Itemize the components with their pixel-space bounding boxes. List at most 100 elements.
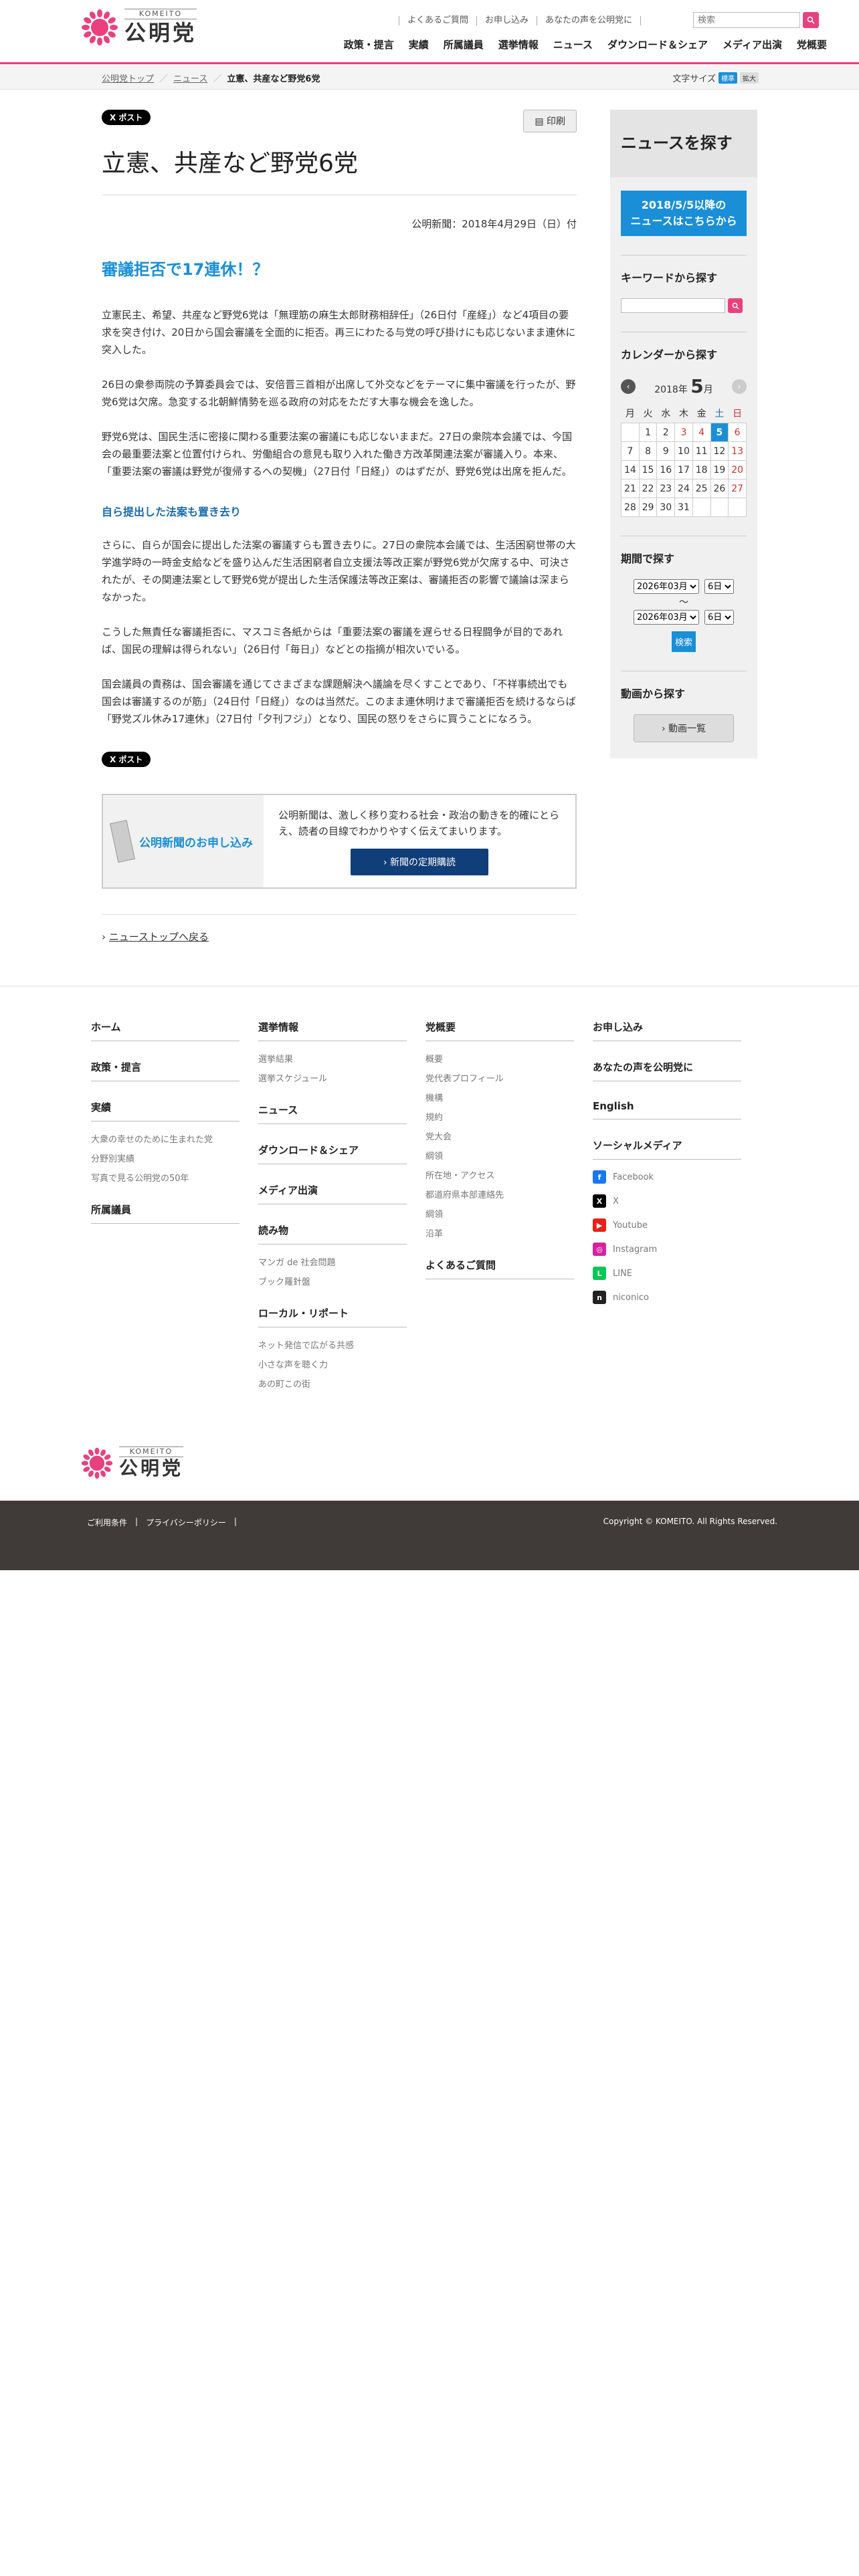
footer-link[interactable]: 分野別実績	[91, 1152, 258, 1164]
nav-achievements[interactable]: 実績	[409, 37, 429, 51]
calendar-day[interactable]: 21	[621, 479, 640, 498]
period-to-day-select[interactable]: 6日	[704, 610, 734, 625]
footer-link[interactable]: 選挙スケジュール	[258, 1071, 425, 1084]
footer-heading-link[interactable]: お申し込み	[593, 1020, 741, 1041]
footer-link[interactable]: 都道府県本部連絡先	[425, 1188, 593, 1200]
keyword-search-button[interactable]	[728, 298, 743, 313]
footer-link[interactable]: 党大会	[425, 1130, 593, 1142]
font-size-normal-button[interactable]: 標準	[719, 72, 737, 84]
newer-news-button[interactable]: 2018/5/5以降の ニュースはこちらから	[621, 191, 747, 236]
video-list-button[interactable]: › 動画一覧	[634, 714, 734, 742]
footer-heading-link[interactable]: よくあるご質問	[425, 1258, 574, 1279]
footer-heading-link[interactable]: 所属議員	[91, 1202, 240, 1224]
calendar-day[interactable]: 26	[710, 479, 729, 498]
footer-heading-link[interactable]: 政策・提言	[91, 1060, 240, 1081]
calendar-day[interactable]: 29	[638, 498, 658, 517]
font-size-large-button[interactable]: 拡大	[740, 72, 759, 84]
footer-heading-link[interactable]: 党概要	[425, 1020, 574, 1041]
calendar-day[interactable]: 11	[692, 441, 711, 461]
calendar-day[interactable]: 22	[638, 479, 658, 498]
footer-logo[interactable]: KOMEITO 公明党	[80, 1446, 184, 1480]
calendar-day[interactable]: 23	[656, 479, 676, 498]
calendar-next-button[interactable]: ›	[731, 379, 747, 394]
privacy-link[interactable]: プライバシーポリシー	[146, 1517, 226, 1528]
util-link-voice[interactable]: あなたの声を公明党に	[536, 16, 641, 25]
footer-heading-link[interactable]: English	[593, 1100, 741, 1119]
calendar-day-current[interactable]: 5	[710, 423, 729, 442]
x-post-button-bottom[interactable]: X ポスト	[102, 752, 151, 767]
period-from-month-select[interactable]: 2026年03月	[634, 579, 699, 594]
social-link-line[interactable]: L LINE	[593, 1267, 760, 1280]
calendar-day[interactable]: 6	[728, 423, 747, 442]
nav-members[interactable]: 所属議員	[444, 37, 484, 51]
calendar-day[interactable]: 10	[674, 441, 693, 461]
footer-heading-link[interactable]: 選挙情報	[258, 1020, 407, 1041]
nav-news[interactable]: ニュース	[553, 37, 593, 51]
footer-link[interactable]: 機構	[425, 1091, 593, 1103]
footer-link[interactable]: 所在地・アクセス	[425, 1168, 593, 1181]
calendar-day[interactable]: 2	[656, 423, 676, 442]
breadcrumb-news[interactable]: ニュース	[173, 72, 207, 84]
footer-link[interactable]: ネット発信で広がる共感	[258, 1338, 425, 1351]
footer-link[interactable]: 選挙結果	[258, 1052, 425, 1065]
calendar-day[interactable]: 19	[710, 460, 729, 479]
search-input[interactable]	[693, 12, 800, 28]
footer-link[interactable]: 党代表プロフィール	[425, 1071, 593, 1084]
breadcrumb-home[interactable]: 公明党トップ	[102, 72, 154, 84]
footer-link[interactable]: 綱領	[425, 1207, 593, 1220]
footer-heading-link[interactable]: 実績	[91, 1100, 240, 1121]
keyword-input[interactable]	[621, 298, 725, 313]
footer-heading-link[interactable]: 読み物	[258, 1223, 407, 1245]
social-link-instagram[interactable]: ◎ Instagram	[593, 1243, 760, 1256]
calendar-day[interactable]: 1	[638, 423, 658, 442]
calendar-day[interactable]: 18	[692, 460, 711, 479]
footer-link[interactable]: 沿革	[425, 1226, 593, 1239]
calendar-day[interactable]: 15	[638, 460, 658, 479]
x-post-button[interactable]: X ポスト	[102, 110, 151, 125]
calendar-day[interactable]: 7	[621, 441, 640, 461]
calendar-prev-button[interactable]: ‹	[621, 379, 636, 394]
footer-heading-link[interactable]: ホーム	[91, 1020, 240, 1041]
social-link-niconico[interactable]: n niconico	[593, 1291, 760, 1304]
period-from-day-select[interactable]: 6日	[704, 579, 734, 594]
footer-link[interactable]: 小さな声を聴く力	[258, 1358, 425, 1370]
footer-link[interactable]: マンガ de 社会問題	[258, 1255, 425, 1268]
footer-link[interactable]: 写真で見る公明党の50年	[91, 1171, 258, 1184]
util-link-apply[interactable]: お申し込み	[476, 16, 537, 25]
site-logo[interactable]: KOMEITO 公明党	[80, 8, 197, 47]
nav-download[interactable]: ダウンロード＆シェア	[607, 37, 708, 51]
terms-link[interactable]: ご利用条件	[87, 1517, 127, 1528]
footer-link[interactable]: 大衆の幸せのために生まれた党	[91, 1132, 258, 1145]
calendar-day[interactable]: 4	[692, 423, 711, 442]
calendar-day[interactable]: 24	[674, 479, 693, 498]
back-to-news-link[interactable]: ニューストップへ戻る	[109, 931, 209, 943]
footer-link[interactable]: あの町この街	[258, 1377, 425, 1390]
calendar-day[interactable]: 14	[621, 460, 640, 479]
calendar-day[interactable]: 12	[710, 441, 729, 461]
nav-policy[interactable]: 政策・提言	[344, 37, 394, 51]
calendar-day[interactable]: 8	[638, 441, 658, 461]
calendar-day[interactable]: 30	[656, 498, 676, 517]
social-link-x[interactable]: XX	[593, 1194, 760, 1208]
footer-heading-link[interactable]: ローカル・リポート	[258, 1306, 407, 1327]
calendar-day[interactable]: 16	[656, 460, 676, 479]
social-link-youtube[interactable]: ▶ Youtube	[593, 1218, 760, 1232]
calendar-day[interactable]: 20	[728, 460, 747, 479]
footer-heading-link[interactable]: ダウンロード＆シェア	[258, 1143, 407, 1164]
footer-heading-link[interactable]: メディア出演	[258, 1183, 407, 1204]
calendar-day[interactable]: 31	[674, 498, 693, 517]
util-link-faq[interactable]: よくあるご質問	[398, 16, 476, 25]
calendar-day[interactable]: 3	[674, 423, 693, 442]
calendar-day[interactable]: 13	[728, 441, 747, 461]
nav-media[interactable]: メディア出演	[723, 37, 782, 51]
footer-heading-link[interactable]: ソーシャルメディア	[593, 1138, 741, 1160]
print-button[interactable]: ▤ 印刷	[523, 110, 577, 132]
calendar-day[interactable]: 25	[692, 479, 711, 498]
search-button[interactable]	[803, 12, 819, 28]
calendar-day[interactable]: 28	[621, 498, 640, 517]
footer-heading-link[interactable]: あなたの声を公明党に	[593, 1060, 741, 1081]
period-search-button[interactable]: 検索	[672, 631, 696, 652]
nav-about[interactable]: 党概要	[797, 37, 827, 51]
subscribe-button[interactable]: › 新聞の定期購読	[351, 849, 488, 875]
calendar-day[interactable]: 17	[674, 460, 693, 479]
